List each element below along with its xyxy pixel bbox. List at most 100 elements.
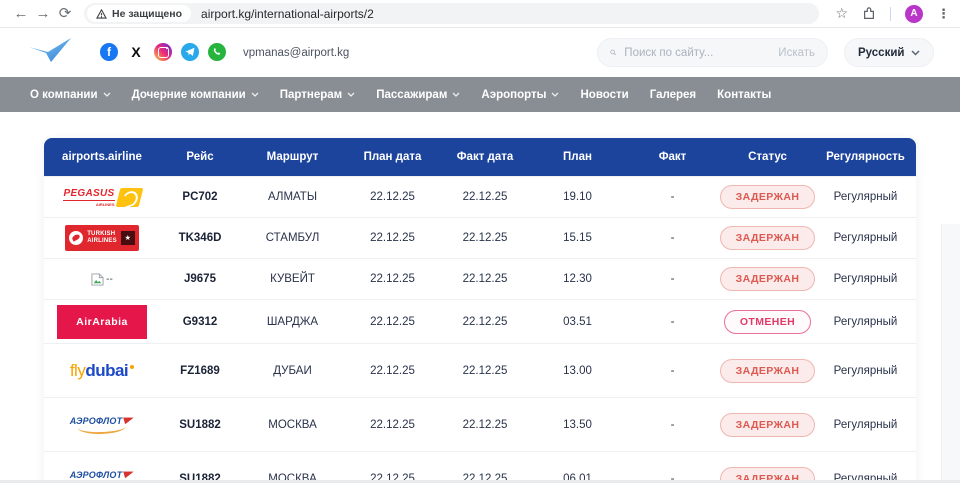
chevron-down-icon [103, 92, 111, 97]
plan-time: 12.30 [530, 259, 625, 299]
airline-logo-cell: TURKISH AIRLINES ★ [44, 218, 160, 258]
nav-item-aeroporty[interactable]: Аэропорты [481, 89, 559, 101]
profile-avatar[interactable]: A [905, 5, 923, 23]
fact-date: 22.12.25 [440, 452, 530, 483]
flight-number: PC702 [160, 177, 240, 217]
flight-number: J9675 [160, 259, 240, 299]
nav-item-dochernie-kompanii[interactable]: Дочерние компании [132, 89, 259, 101]
bookmark-star-icon[interactable]: ☆ [835, 5, 848, 22]
regularity: Регулярный [815, 218, 916, 258]
status-badge: ЗАДЕРЖАН [720, 359, 816, 383]
back-button[interactable]: ← [10, 6, 32, 21]
x-icon[interactable]: X [127, 43, 145, 61]
column-header-regularity: Регулярность [815, 138, 916, 176]
warning-icon [96, 9, 107, 19]
table-row: AirArabia G9312 ШАРДЖА 22.12.25 22.12.25… [44, 299, 916, 343]
facebook-icon[interactable]: f [100, 43, 118, 61]
air-arabia-logo: AirArabia [57, 305, 147, 339]
nav-item-galereya[interactable]: Галерея [650, 89, 696, 101]
plan-date: 22.12.25 [345, 177, 440, 217]
image-alt-text: -- [106, 274, 113, 285]
flight-number: SU1882 [160, 452, 240, 483]
chevron-down-icon [251, 92, 259, 97]
plan-date: 22.12.25 [345, 259, 440, 299]
airline-logo-cell: AirArabia [44, 300, 160, 343]
airline-logo-cell: АЭРОФЛОТ [44, 452, 160, 483]
flight-number: G9312 [160, 300, 240, 343]
plan-date: 22.12.25 [345, 300, 440, 343]
plan-date: 22.12.25 [345, 218, 440, 258]
plan-time: 19.10 [530, 177, 625, 217]
search-submit-button[interactable]: Искать [778, 47, 815, 59]
aeroflot-logo: АЭРОФЛОТ [70, 416, 135, 434]
plan-date: 22.12.25 [345, 398, 440, 451]
route: ШАРДЖА [240, 300, 345, 343]
route: ДУБАИ [240, 344, 345, 397]
extensions-icon[interactable] [862, 7, 876, 21]
flight-number: TK346D [160, 218, 240, 258]
column-header-plan: План [530, 138, 625, 176]
chevron-down-icon [347, 92, 355, 97]
airline-logo-cell: АЭРОФЛОТ [44, 398, 160, 451]
reload-button[interactable]: ⟳ [54, 6, 76, 21]
browser-menu-icon[interactable]: ⋮ [937, 6, 950, 22]
site-logo[interactable] [27, 37, 73, 72]
column-header-fact-date: Факт дата [440, 138, 530, 176]
column-header-route: Маршрут [240, 138, 345, 176]
flight-number: FZ1689 [160, 344, 240, 397]
route: КУВЕЙТ [240, 259, 345, 299]
aeroflot-flag-icon [124, 468, 136, 477]
security-chip-label: Не защищено [112, 8, 182, 20]
whatsapp-icon[interactable] [208, 43, 226, 61]
turkish-bird-icon [69, 231, 83, 245]
site-header: f X vpmanas@airport.kg Искать Русский [0, 28, 960, 77]
flydubai-dot-icon [130, 365, 134, 369]
contact-email: vpmanas@airport.kg [243, 47, 349, 59]
broken-image-icon: -- [91, 273, 113, 286]
security-chip[interactable]: Не защищено [87, 5, 191, 22]
column-header-status: Статус [720, 138, 815, 176]
airline-logo-cell: -- [44, 259, 160, 299]
url-text: airport.kg/international-airports/2 [201, 7, 374, 21]
fact-time: - [625, 218, 720, 258]
plan-time: 06.01 [530, 452, 625, 483]
turkish-airlines-logo: TURKISH AIRLINES ★ [65, 225, 139, 251]
fact-time: - [625, 177, 720, 217]
status-badge: ОТМЕНЕН [724, 310, 811, 334]
table-row: АЭРОФЛОТ SU1882 МОСКВА 22.12.25 22.12.25… [44, 397, 916, 451]
nav-item-kontakty[interactable]: Контакты [717, 89, 771, 101]
forward-button[interactable]: → [32, 6, 54, 21]
language-selector[interactable]: Русский [844, 38, 934, 67]
status-badge: ЗАДЕРЖАН [720, 226, 816, 250]
plan-time: 15.15 [530, 218, 625, 258]
chevron-down-icon [551, 92, 559, 97]
table-row: PEGASUS AIRLINES PC702 АЛМАТЫ 22.12.25 2… [44, 176, 916, 217]
pegasus-tailfin-icon [115, 188, 143, 207]
fact-time: - [625, 452, 720, 483]
fact-date: 22.12.25 [440, 259, 530, 299]
flydubai-logo: fly dubai [70, 361, 134, 381]
chevron-down-icon [452, 92, 460, 97]
address-bar[interactable]: Не защищено airport.kg/international-air… [84, 3, 819, 24]
regularity: Регулярный [815, 452, 916, 483]
nav-item-passazhiram[interactable]: Пассажирам [376, 89, 460, 101]
nav-item-partneram[interactable]: Партнерам [280, 89, 355, 101]
plan-date: 22.12.25 [345, 452, 440, 483]
page-scrollbar[interactable] [941, 224, 960, 483]
telegram-icon[interactable] [181, 43, 199, 61]
nav-item-novosti[interactable]: Новости [580, 89, 628, 101]
language-label: Русский [858, 47, 904, 59]
instagram-icon[interactable] [154, 43, 172, 61]
flight-number: SU1882 [160, 398, 240, 451]
chevron-down-icon [911, 50, 920, 56]
airline-logo-cell: PEGASUS AIRLINES [44, 177, 160, 217]
toolbar-divider [890, 7, 891, 21]
plan-time: 13.50 [530, 398, 625, 451]
search-input[interactable] [624, 47, 778, 59]
bird-logo-icon [27, 37, 73, 67]
nav-item-o-kompanii[interactable]: О компании [30, 89, 111, 101]
status-badge: ЗАДЕРЖАН [720, 267, 816, 291]
page-content: airports.airline Рейс Маршрут План дата … [0, 112, 960, 483]
column-header-fact: Факт [625, 138, 720, 176]
fact-date: 22.12.25 [440, 344, 530, 397]
